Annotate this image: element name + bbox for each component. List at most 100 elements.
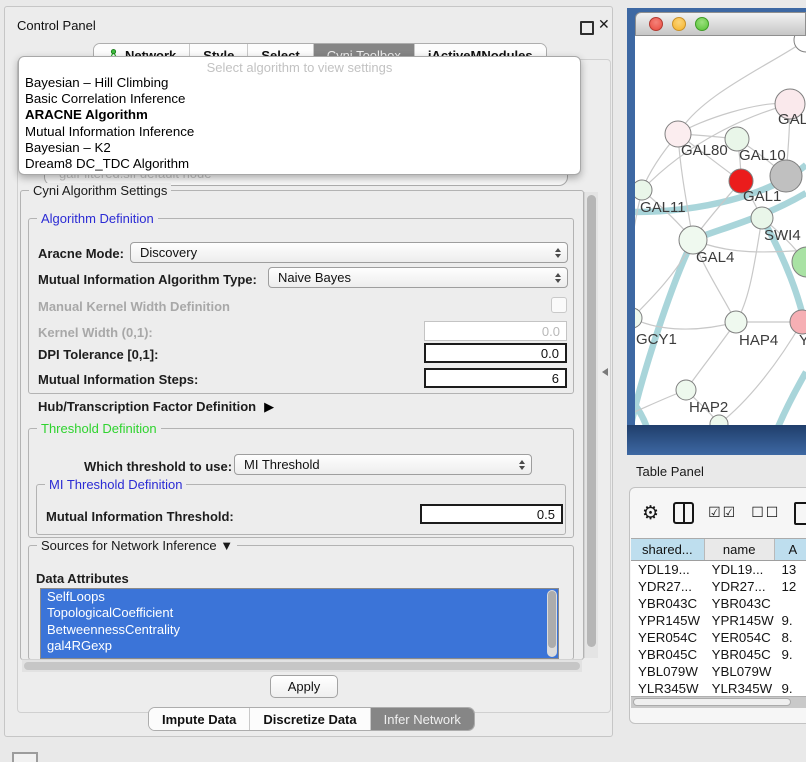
network-edge [635, 318, 736, 329]
table-header-row: shared... name A [631, 538, 806, 561]
manual-kernel-checkbox[interactable] [551, 297, 567, 313]
aracne-mode-label: Aracne Mode: [38, 246, 124, 261]
table-row[interactable]: YER054CYER054C8. [631, 629, 806, 646]
manual-kernel-label: Manual Kernel Width Definition [38, 299, 230, 314]
mi-type-combo[interactable]: Naive Bayes [268, 267, 568, 288]
hub-definition-toggle[interactable]: Hub/Transcription Factor Definition▶ [38, 399, 274, 415]
node-table: shared... name A YDL19...YDL19...13 YDR2… [631, 538, 806, 696]
algorithm-dropdown-popup: Select algorithm to view settings Bayesi… [18, 56, 581, 175]
network-node-hap2[interactable] [676, 380, 696, 400]
combo-stepper-icon [519, 460, 525, 470]
docked-panel-icon[interactable] [12, 752, 38, 762]
network-node-gal11[interactable] [635, 180, 652, 200]
network-edge-thick[interactable] [768, 372, 806, 425]
node-label: GAL1 [743, 188, 781, 205]
table-toolbar: ⚙ ☑☑ ☐☐ [630, 488, 806, 538]
network-window-titlebar[interactable] [635, 12, 806, 36]
network-node[interactable] [792, 247, 806, 277]
panel-divider-handle-icon[interactable] [602, 368, 608, 376]
mi-threshold-label: Mutual Information Threshold: [46, 509, 234, 524]
table-row[interactable]: YBR043CYBR043C [631, 595, 806, 612]
control-panel-title: Control Panel [17, 18, 96, 33]
column-header-partial[interactable]: A [775, 539, 806, 560]
kernel-width-field[interactable]: 0.0 [424, 321, 567, 341]
dropdown-item[interactable]: Bayesian – K2 [19, 140, 580, 156]
mi-threshold-field[interactable]: 0.5 [420, 504, 563, 524]
node-label: SWI4 [764, 227, 801, 244]
node-label: GAL80 [681, 142, 728, 159]
kernel-width-label: Kernel Width (0,1): [38, 325, 153, 340]
which-threshold-label: Which threshold to use: [84, 459, 232, 474]
table-row[interactable]: YPR145WYPR145W9. [631, 612, 806, 629]
dpi-tolerance-field[interactable]: 0.0 [424, 343, 567, 363]
dropdown-item[interactable]: Basic Correlation Inference [19, 91, 580, 107]
attribute-item-selected[interactable]: BetweennessCentrality [41, 622, 558, 638]
mi-steps-field[interactable]: 6 [424, 368, 567, 388]
node-label: Y [799, 332, 806, 349]
select-all-checkboxes-icon[interactable]: ☑☑ [708, 505, 737, 521]
collapse-arrow-icon: ▼ [220, 538, 233, 553]
attribute-item-selected[interactable]: SelfLoops [41, 589, 558, 605]
expand-arrow-icon: ▶ [264, 399, 274, 415]
combo-stepper-icon [555, 273, 561, 283]
network-node-hap4[interactable] [725, 311, 747, 333]
tab-impute-data[interactable]: Impute Data [149, 708, 250, 730]
deselect-all-checkboxes-icon[interactable]: ☐☐ [751, 505, 780, 521]
which-threshold-combo[interactable]: MI Threshold [234, 454, 532, 475]
column-header-shared-name[interactable]: shared... [631, 539, 705, 560]
apply-button[interactable]: Apply [270, 675, 338, 698]
group-title: Threshold Definition [37, 421, 161, 436]
columns-icon[interactable] [673, 502, 694, 524]
table-row[interactable]: YBR045CYBR045C9. [631, 646, 806, 663]
float-window-icon[interactable] [580, 21, 594, 35]
table-row[interactable]: YDL19...YDL19...13 [631, 561, 806, 578]
group-title: Sources for Network Inference ▼ [37, 538, 237, 553]
table-horizontal-scrollbar[interactable] [631, 696, 806, 708]
network-node-y[interactable] [790, 310, 806, 334]
data-attributes-list: SelfLoops TopologicalCoefficient Between… [40, 588, 559, 659]
dropdown-item[interactable]: Dream8 DC_TDC Algorithm [19, 156, 580, 172]
close-window-icon[interactable]: ✕ [598, 16, 610, 33]
gear-icon[interactable]: ⚙ [642, 504, 659, 523]
network-node[interactable] [794, 36, 806, 52]
node-label: GAL10 [739, 147, 786, 164]
settings-vertical-scrollbar[interactable] [584, 192, 598, 658]
network-edge [736, 218, 762, 322]
network-node-swi4[interactable] [751, 207, 773, 229]
column-header-name[interactable]: name [705, 539, 775, 560]
aracne-mode-combo[interactable]: Discovery [130, 242, 568, 263]
node-label: GAL [778, 111, 806, 128]
table-panel: ⚙ ☑☑ ☐☐ shared... name A YDL19...YDL19..… [629, 487, 806, 724]
node-label: HAP4 [739, 332, 778, 349]
combo-stepper-icon [555, 248, 561, 258]
table-row[interactable]: YBL079WYBL079W [631, 663, 806, 680]
node-label: GAL4 [696, 249, 734, 266]
table-panel-title: Table Panel [636, 464, 704, 479]
zoom-traffic-light-icon[interactable] [695, 17, 709, 31]
export-table-icon[interactable] [794, 502, 806, 525]
dropdown-item-selected[interactable]: ARACNE Algorithm [19, 107, 580, 123]
dpi-tolerance-label: DPI Tolerance [0,1]: [38, 347, 158, 362]
attribute-item-selected[interactable]: gal4RGexp [41, 638, 558, 654]
group-title: Cyni Algorithm Settings [29, 183, 171, 198]
node-label: GAL11 [640, 199, 686, 216]
network-graph[interactable]: GALGAL80GAL10GAL1GAL11SWI4GAL4GCY1HAP4YH… [635, 36, 806, 425]
dropdown-item[interactable]: Bayesian – Hill Climbing [19, 75, 580, 91]
table-row[interactable]: YDR27...YDR27...12 [631, 578, 806, 595]
network-canvas[interactable]: GALGAL80GAL10GAL1GAL11SWI4GAL4GCY1HAP4YH… [635, 36, 806, 425]
mi-type-label: Mutual Information Algorithm Type: [38, 272, 257, 287]
dropdown-item[interactable]: Mutual Information Inference [19, 124, 580, 140]
group-title: Algorithm Definition [37, 211, 158, 226]
attribute-item-selected[interactable]: TopologicalCoefficient [41, 605, 558, 621]
settings-horizontal-scrollbar[interactable] [22, 659, 582, 672]
mi-steps-label: Mutual Information Steps: [38, 372, 198, 387]
table-row[interactable]: YLR345WYLR345W9. [631, 680, 806, 696]
list-scrollbar[interactable] [547, 590, 557, 657]
minimize-traffic-light-icon[interactable] [672, 17, 686, 31]
tab-discretize-data[interactable]: Discretize Data [250, 708, 370, 730]
close-traffic-light-icon[interactable] [649, 17, 663, 31]
dropdown-prompt: Select algorithm to view settings [19, 60, 580, 75]
network-node-gcy1[interactable] [635, 308, 642, 328]
tab-infer-network[interactable]: Infer Network [371, 708, 474, 730]
data-attributes-label: Data Attributes [36, 571, 129, 586]
